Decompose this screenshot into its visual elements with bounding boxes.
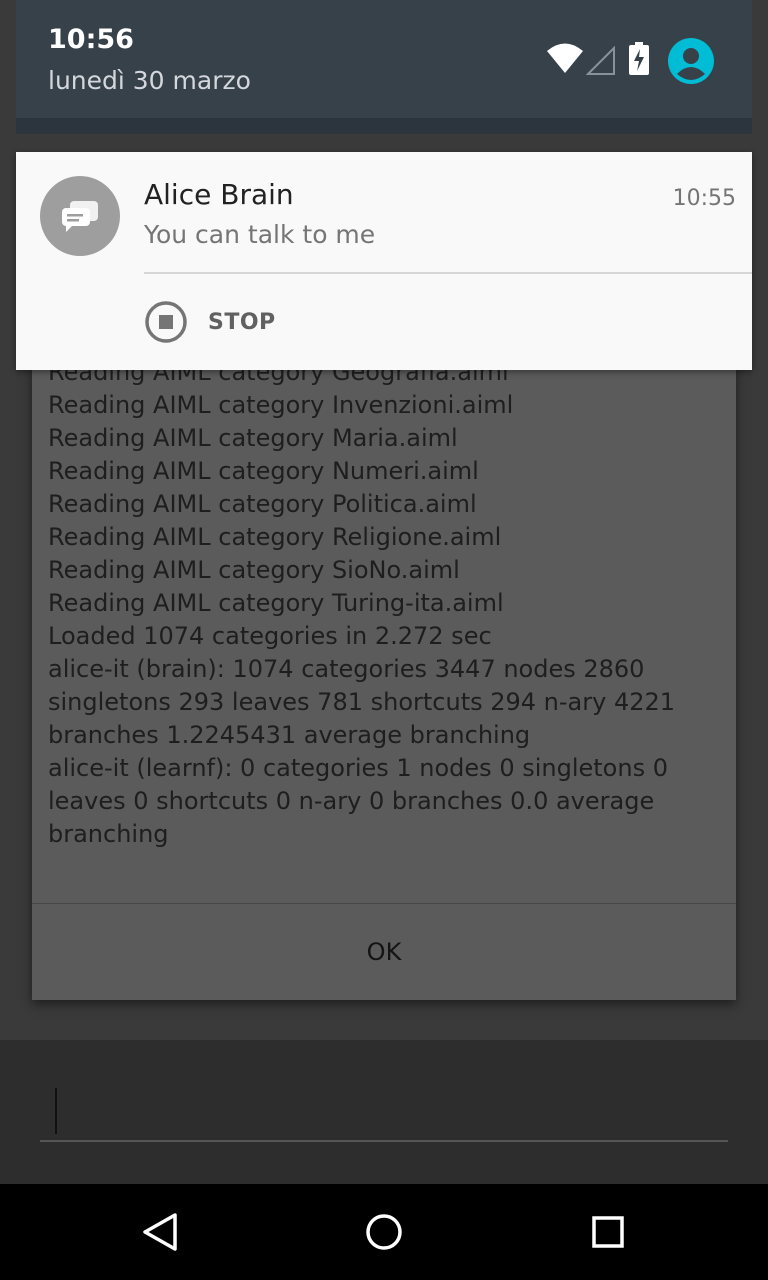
stop-label: STOP — [208, 309, 276, 335]
message-input-area[interactable] — [0, 1040, 768, 1184]
log-line: Loaded 1074 categories in 2.272 sec — [48, 622, 492, 650]
notification-title: Alice Brain — [144, 178, 294, 211]
back-icon[interactable] — [136, 1208, 184, 1256]
notification-divider — [144, 272, 752, 274]
wifi-icon — [546, 42, 584, 78]
signal-icon — [585, 45, 616, 80]
home-icon[interactable] — [360, 1208, 408, 1256]
clock: 10:56 — [48, 24, 134, 55]
notification-text: You can talk to me — [144, 220, 376, 249]
chat-icon — [40, 176, 120, 256]
date[interactable]: lunedì 30 marzo — [48, 66, 251, 95]
input-underline — [40, 1140, 728, 1142]
log-line: Reading AIML category Religione.aiml — [48, 523, 502, 551]
log-line: Reading AIML category Invenzioni.aiml — [48, 391, 514, 419]
stop-button[interactable]: STOP — [144, 294, 276, 350]
recents-icon[interactable] — [584, 1208, 632, 1256]
log-line: Reading AIML category Numeri.aiml — [48, 457, 479, 485]
notification-card[interactable]: Alice Brain 10:55 You can talk to me STO… — [16, 152, 752, 370]
notification-time: 10:55 — [672, 186, 736, 211]
navigation-bar — [0, 1184, 768, 1280]
log-line: alice-it (learnf): 0 categories 1 nodes … — [48, 754, 668, 848]
log-line: Reading AIML category Politica.aiml — [48, 490, 477, 518]
stop-icon — [144, 300, 188, 344]
log-line: Reading AIML category Maria.aiml — [48, 424, 458, 452]
shade-header-edge — [16, 118, 752, 134]
user-icon[interactable] — [668, 38, 714, 84]
text-cursor — [55, 1088, 57, 1134]
log-line: Reading AIML category SioNo.aiml — [48, 556, 460, 584]
log-line: Reading AIML category Turing-ita.aiml — [48, 589, 504, 617]
battery-charging-icon — [628, 42, 650, 80]
dialog-message: Reading AIML category Geografia.aiml Rea… — [48, 356, 708, 851]
log-line: alice-it (brain): 1074 categories 3447 n… — [48, 655, 676, 749]
ok-button[interactable]: OK — [32, 904, 736, 1000]
log-dialog: Reading AIML category Geografia.aiml Rea… — [32, 300, 736, 1000]
